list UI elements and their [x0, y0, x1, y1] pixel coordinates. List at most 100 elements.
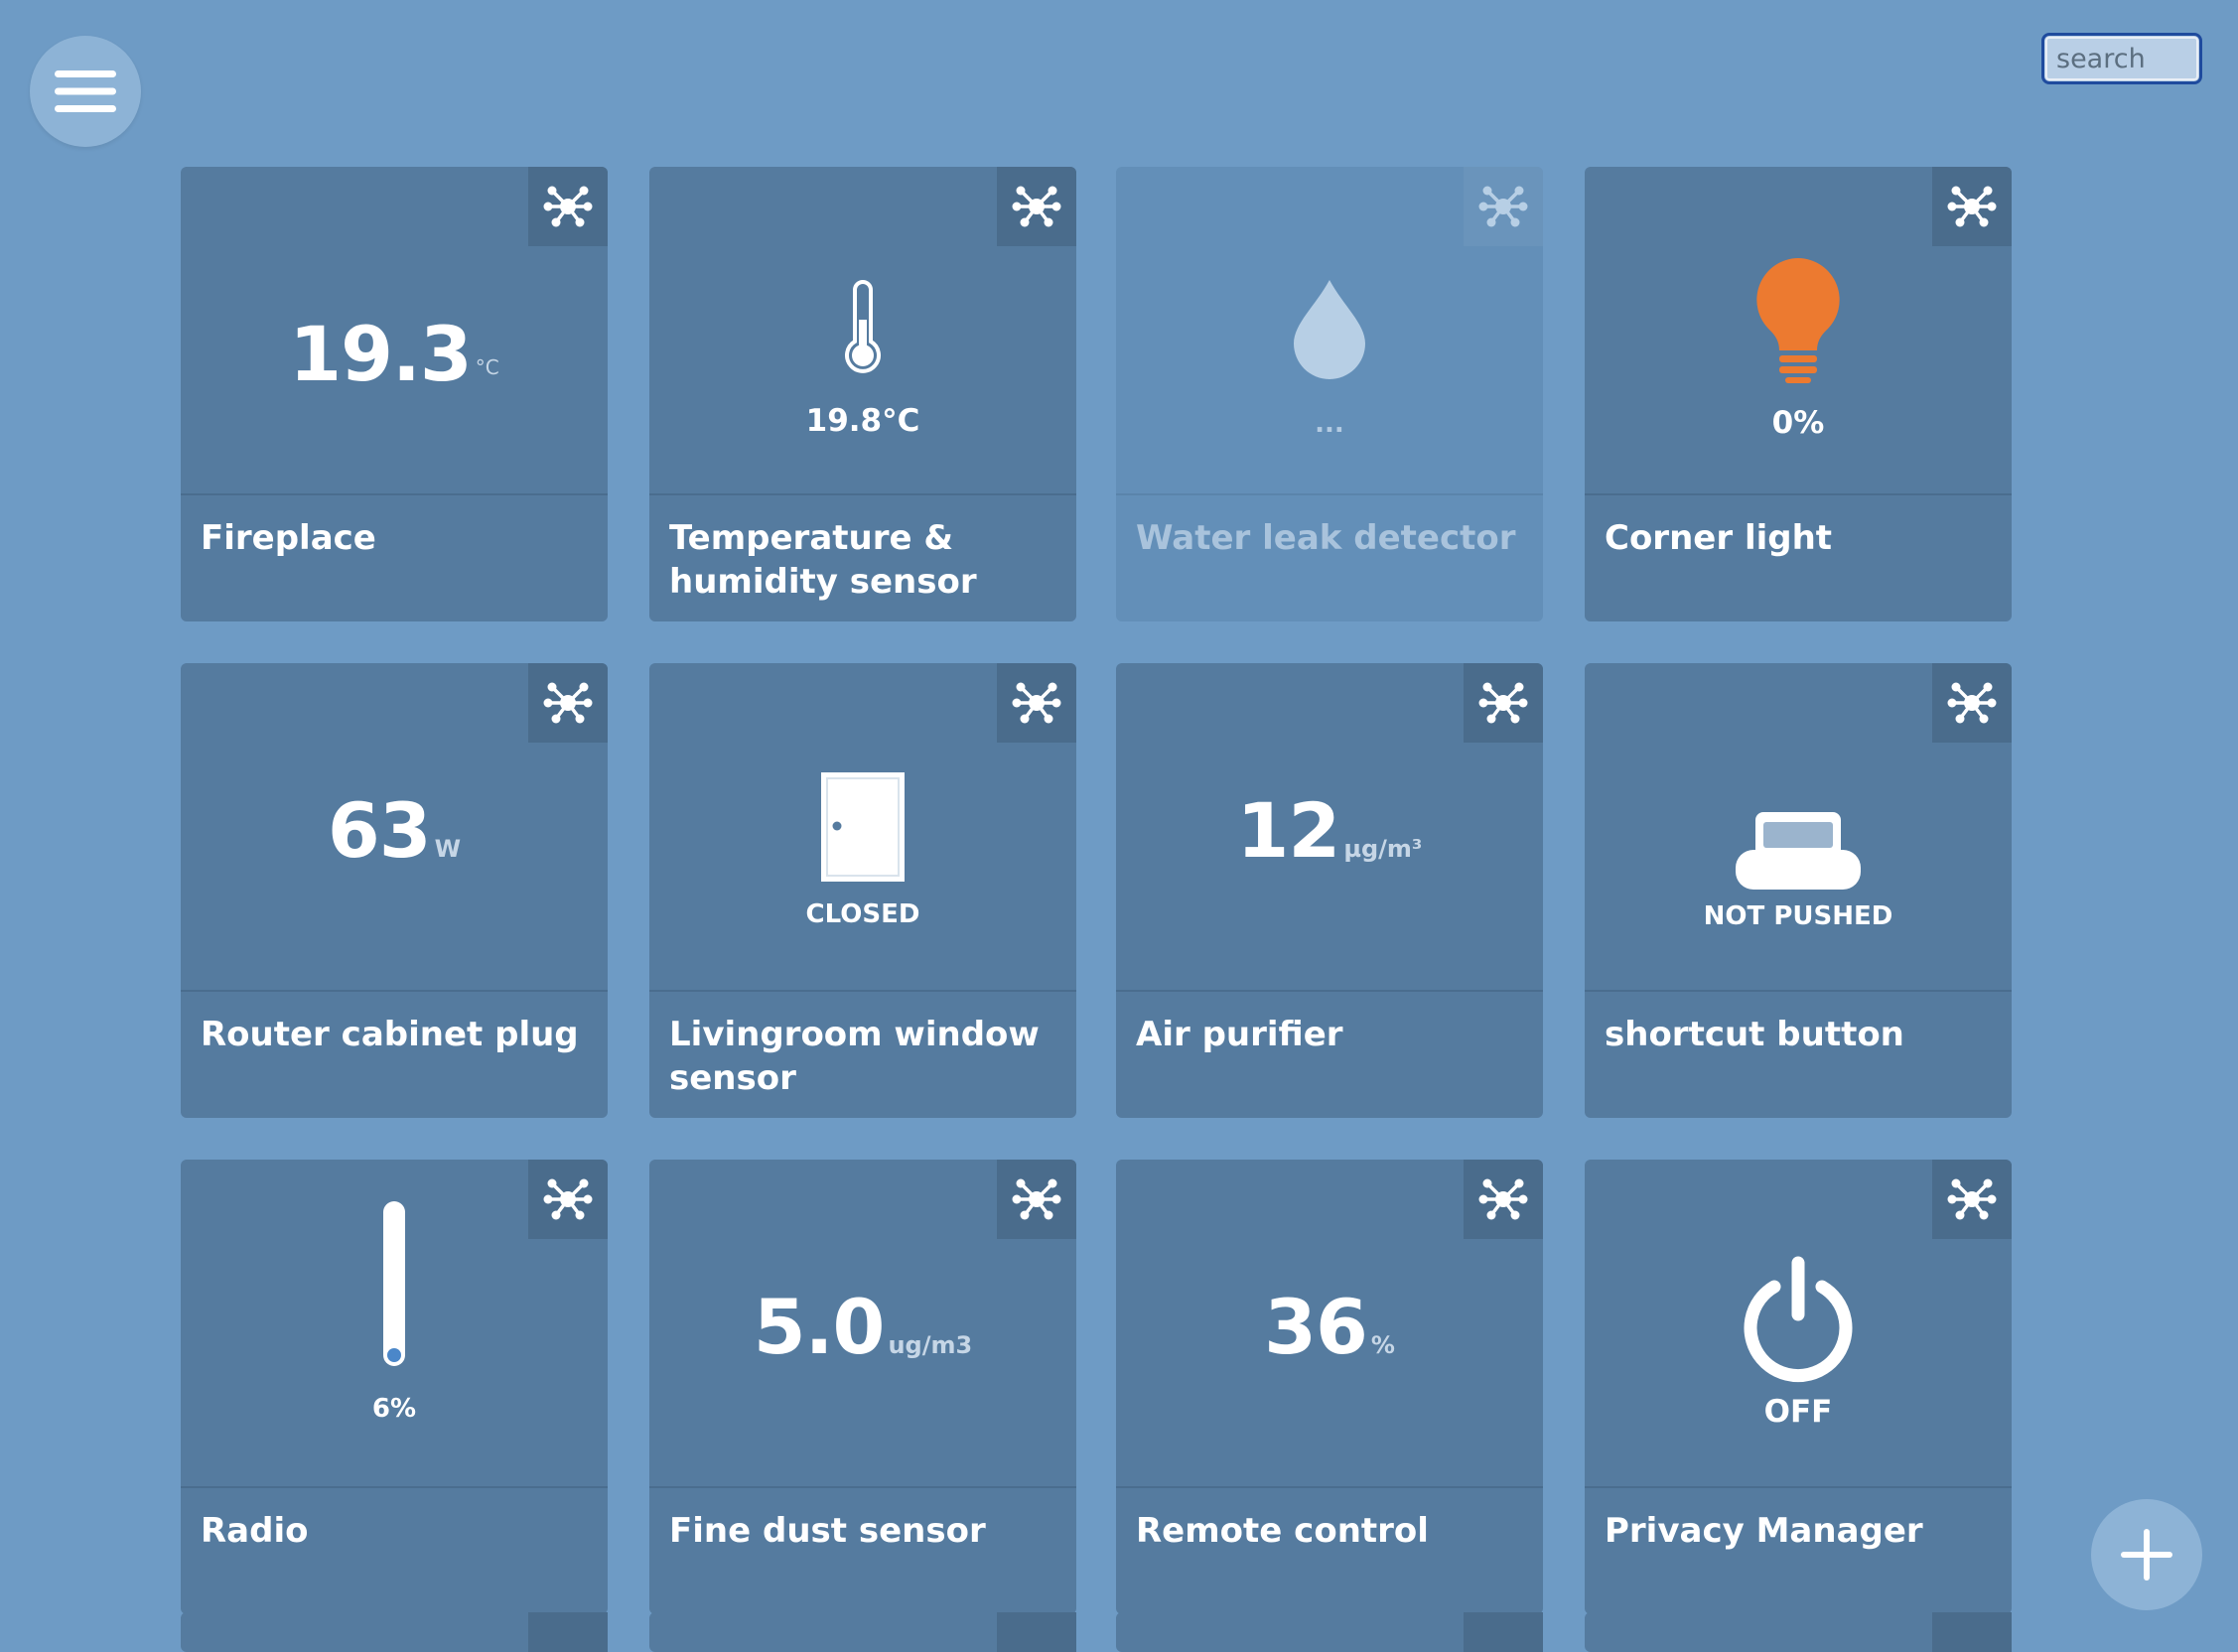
device-tile-temperature-humidity[interactable]: 19.8°C Temperature & humidity sensor — [649, 167, 1076, 621]
device-name-line: Temperature & — [669, 518, 954, 558]
power-icon — [1744, 1256, 1853, 1383]
value-unit: °C — [475, 354, 499, 379]
value-number: 12 — [1236, 786, 1341, 875]
network-hub-icon — [1012, 186, 1061, 227]
light-bulb-icon — [1756, 258, 1840, 383]
device-name: Air purifier — [1136, 1015, 1343, 1054]
tile-status: 0% — [1771, 405, 1825, 441]
device-tile-water-leak[interactable]: ... Water leak detector — [1116, 167, 1543, 621]
network-hub-icon — [1012, 682, 1061, 724]
value-number: 19.3 — [289, 310, 473, 398]
tile-value: 5.0 ug/m3 — [649, 1283, 1076, 1371]
network-hub-icon — [1947, 682, 1997, 724]
tile-status: NOT PUSHED — [1703, 901, 1893, 931]
network-hub-icon — [1947, 1178, 1997, 1220]
device-name: Livingroom window sensor — [669, 1013, 1056, 1100]
device-tile-radio[interactable]: 6% Radio — [181, 1160, 608, 1614]
tile-status: CLOSED — [805, 899, 920, 929]
connection-button[interactable] — [1932, 663, 2012, 743]
device-tile-remote-control[interactable]: 36% Remote control — [1116, 1160, 1543, 1614]
device-tile-shortcut-button[interactable]: NOT PUSHED shortcut button — [1585, 663, 2012, 1118]
device-tile-partial[interactable] — [1116, 1612, 1543, 1652]
network-hub-icon — [1012, 1178, 1061, 1220]
device-tile-fine-dust-sensor[interactable]: 5.0 ug/m3 Fine dust sensor — [649, 1160, 1076, 1614]
device-tile-air-purifier[interactable]: 12 µg/m³ Air purifier — [1116, 663, 1543, 1118]
device-name: Radio — [201, 1511, 309, 1551]
device-tile-privacy-manager[interactable]: OFF Privacy Manager — [1585, 1160, 2012, 1614]
value-unit: % — [1370, 1331, 1395, 1359]
divider — [649, 990, 1076, 992]
network-hub-icon — [1478, 186, 1528, 227]
value-unit: µg/m³ — [1343, 835, 1423, 863]
device-tile-livingroom-window-sensor[interactable]: CLOSED Livingroom window sensor — [649, 663, 1076, 1118]
device-tile-partial[interactable] — [181, 1612, 608, 1652]
value-number: 5.0 — [753, 1283, 886, 1371]
device-name: shortcut button — [1605, 1015, 1904, 1054]
value-number: 36 — [1264, 1283, 1368, 1371]
divider — [181, 493, 608, 495]
tile-status: OFF — [1763, 1394, 1833, 1430]
value-unit: W — [434, 835, 462, 863]
divider — [649, 1486, 1076, 1488]
connection-button[interactable] — [1464, 167, 1543, 246]
device-name: Water leak detector — [1136, 518, 1516, 558]
device-tile-fireplace[interactable]: 19.3 °C Fireplace — [181, 167, 608, 621]
connection-button[interactable] — [1932, 167, 2012, 246]
device-tile-partial[interactable] — [649, 1612, 1076, 1652]
water-drop-icon — [1294, 280, 1365, 379]
connection-button[interactable] — [528, 663, 608, 743]
door-icon — [821, 772, 905, 882]
network-hub-icon — [1478, 682, 1528, 724]
device-tile-corner-light[interactable]: 0% Corner light — [1585, 167, 2012, 621]
tile-status: 6% — [371, 1394, 417, 1424]
device-name-line: humidity sensor — [669, 562, 977, 602]
connection-button[interactable] — [997, 167, 1076, 246]
device-name: Fireplace — [201, 518, 376, 558]
connection-button[interactable] — [1932, 1160, 2012, 1239]
connection-button[interactable] — [1932, 1612, 2012, 1652]
connection-button[interactable] — [1464, 1612, 1543, 1652]
connection-button[interactable] — [997, 1160, 1076, 1239]
device-name: Temperature & humidity sensor — [669, 516, 1056, 604]
connection-button[interactable] — [528, 167, 608, 246]
device-name: Corner light — [1605, 518, 1833, 558]
tile-status: ... — [1315, 409, 1344, 439]
divider — [1116, 493, 1543, 495]
connection-button[interactable] — [997, 663, 1076, 743]
value-unit: ug/m3 — [888, 1331, 973, 1359]
device-name-line: Livingroom window — [669, 1015, 1040, 1054]
device-name: Remote control — [1136, 1511, 1429, 1551]
network-hub-icon — [1478, 1178, 1528, 1220]
menu-button[interactable] — [30, 36, 141, 147]
device-tile-partial[interactable] — [1585, 1612, 2012, 1652]
device-name: Privacy Manager — [1605, 1511, 1923, 1551]
divider — [181, 1486, 608, 1488]
connection-button[interactable] — [1464, 663, 1543, 743]
push-button-icon — [1736, 812, 1861, 890]
tile-value: 12 µg/m³ — [1116, 786, 1543, 875]
device-name-line: sensor — [669, 1058, 796, 1098]
device-tile-router-cabinet-plug[interactable]: 63 W Router cabinet plug — [181, 663, 608, 1118]
connection-button[interactable] — [528, 1612, 608, 1652]
volume-slider-icon — [383, 1201, 405, 1366]
thermometer-icon — [845, 280, 881, 373]
network-hub-icon — [543, 682, 593, 724]
search-input[interactable] — [2041, 33, 2202, 84]
plus-icon — [2121, 1529, 2172, 1581]
hamburger-menu-icon — [55, 70, 116, 112]
divider — [181, 990, 608, 992]
network-hub-icon — [1947, 186, 1997, 227]
value-number: 63 — [327, 786, 432, 875]
divider — [649, 493, 1076, 495]
connection-button[interactable] — [1464, 1160, 1543, 1239]
divider — [1116, 1486, 1543, 1488]
connection-button[interactable] — [997, 1612, 1076, 1652]
divider — [1116, 990, 1543, 992]
tile-value: 19.3 °C — [181, 310, 608, 398]
device-name: Router cabinet plug — [201, 1015, 579, 1054]
add-device-button[interactable] — [2091, 1499, 2202, 1610]
network-hub-icon — [543, 186, 593, 227]
tile-value: 63 W — [181, 786, 608, 875]
tile-value: 36% — [1116, 1283, 1543, 1371]
divider — [1585, 990, 2012, 992]
